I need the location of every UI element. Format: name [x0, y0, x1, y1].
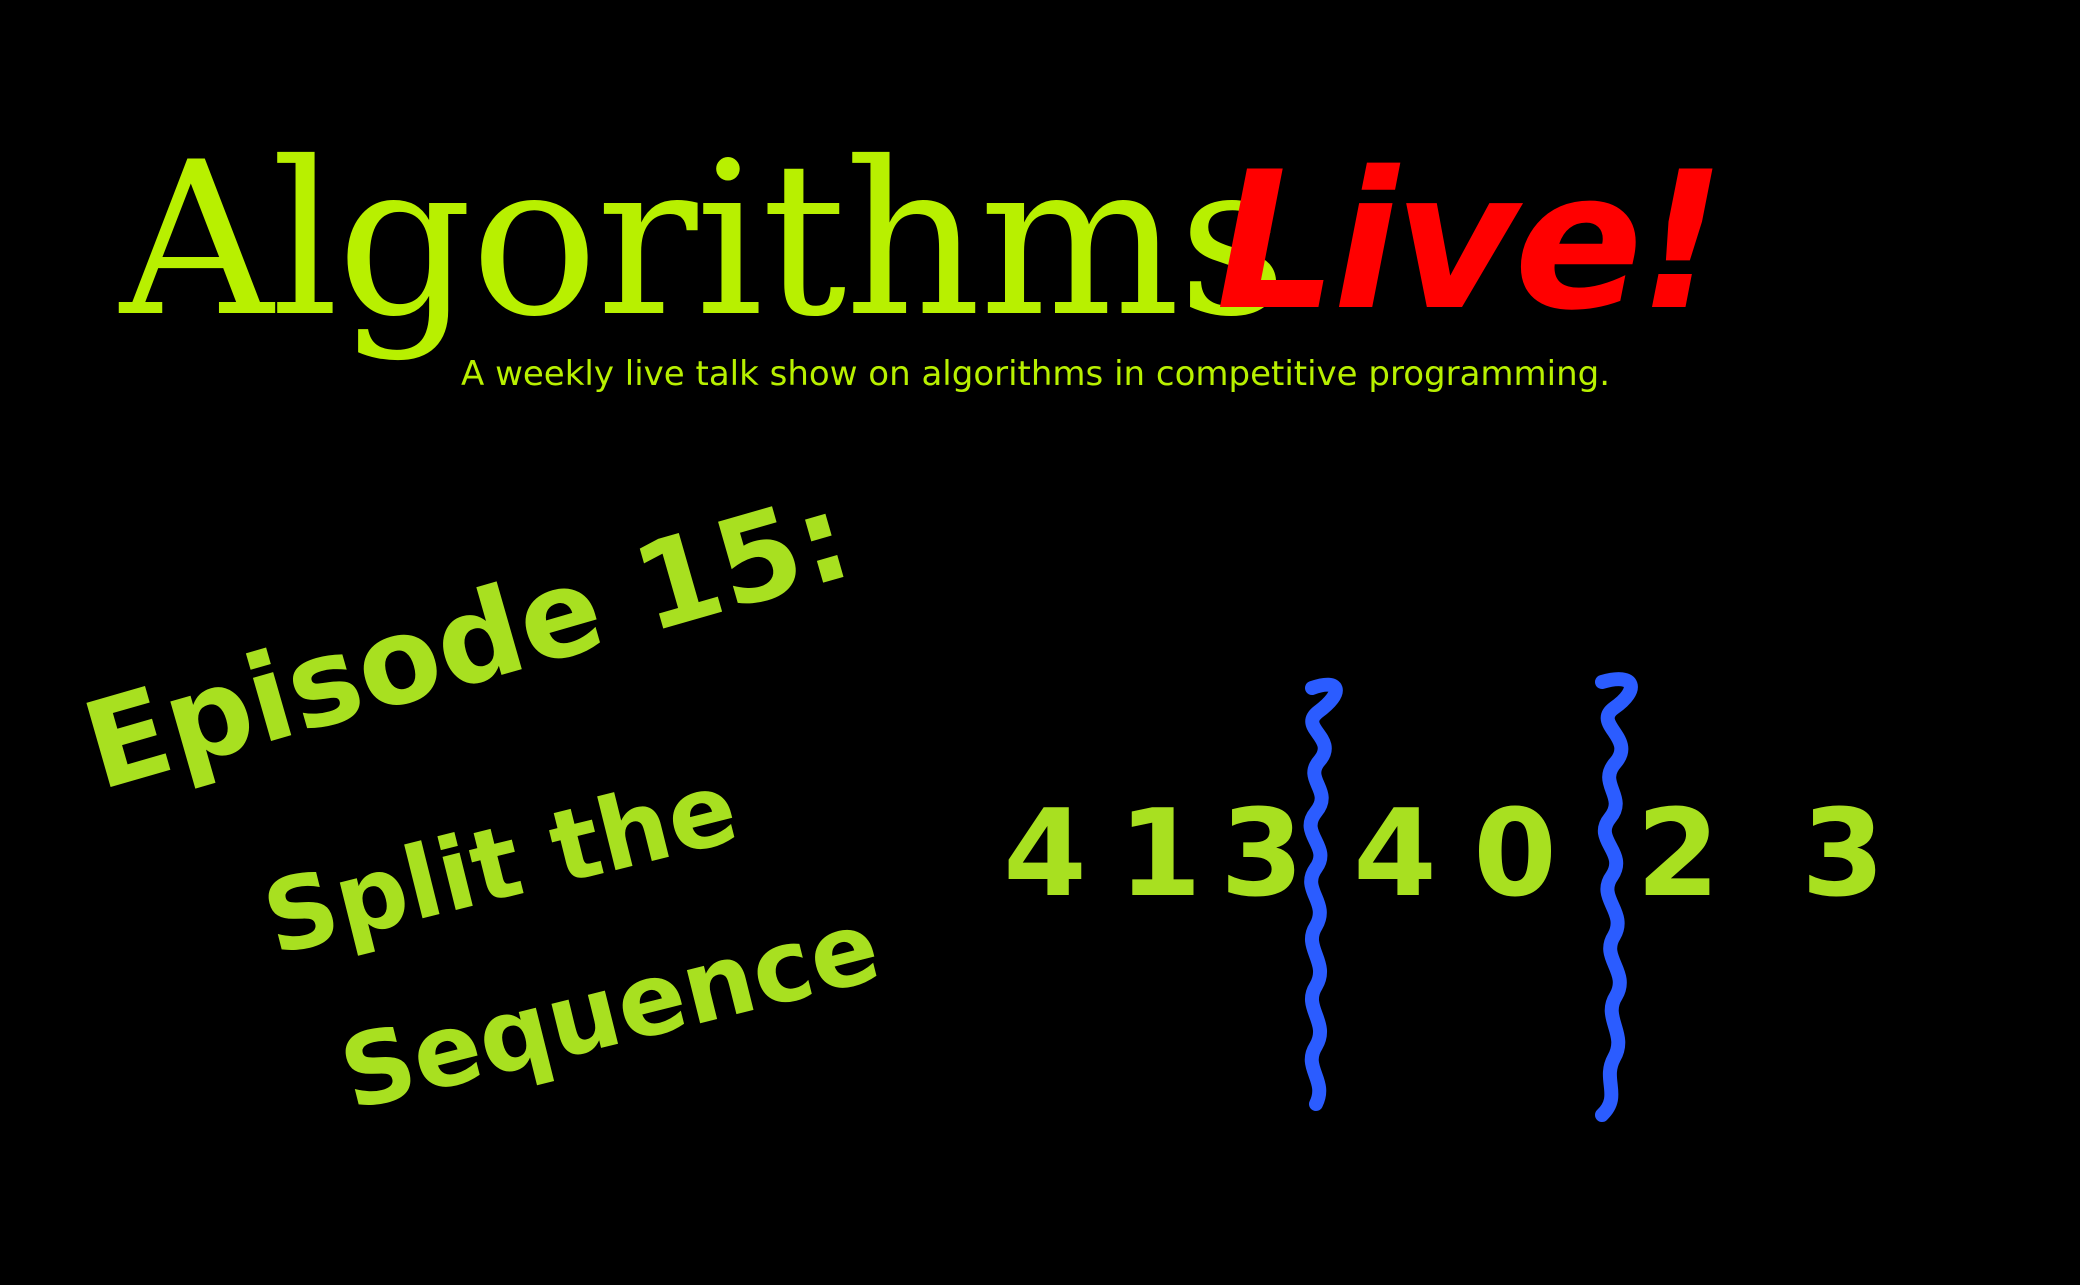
sequence-digit: 4: [1353, 785, 1437, 924]
sequence-digit: 0: [1473, 785, 1557, 924]
sequence-digit: 1: [1118, 785, 1202, 924]
episode-label: Episode 15:: [70, 467, 865, 818]
sequence-digits: 4 1 3 4 0 2 3: [1003, 785, 1885, 924]
handwritten-layer: Episode 15: Split the Sequence 4 1 3 4 0…: [70, 467, 1885, 1133]
video-title-card: Algorithms Live! A weekly live talk show…: [0, 0, 2080, 1285]
sequence-digit: 3: [1801, 785, 1885, 924]
wavy-line-icon: [1595, 672, 1638, 1122]
wavy-line-icon: [1303, 677, 1343, 1111]
sequence-digit: 2: [1636, 785, 1720, 924]
sequence-digit: 4: [1003, 785, 1087, 924]
sequence-digit: 3: [1220, 785, 1304, 924]
